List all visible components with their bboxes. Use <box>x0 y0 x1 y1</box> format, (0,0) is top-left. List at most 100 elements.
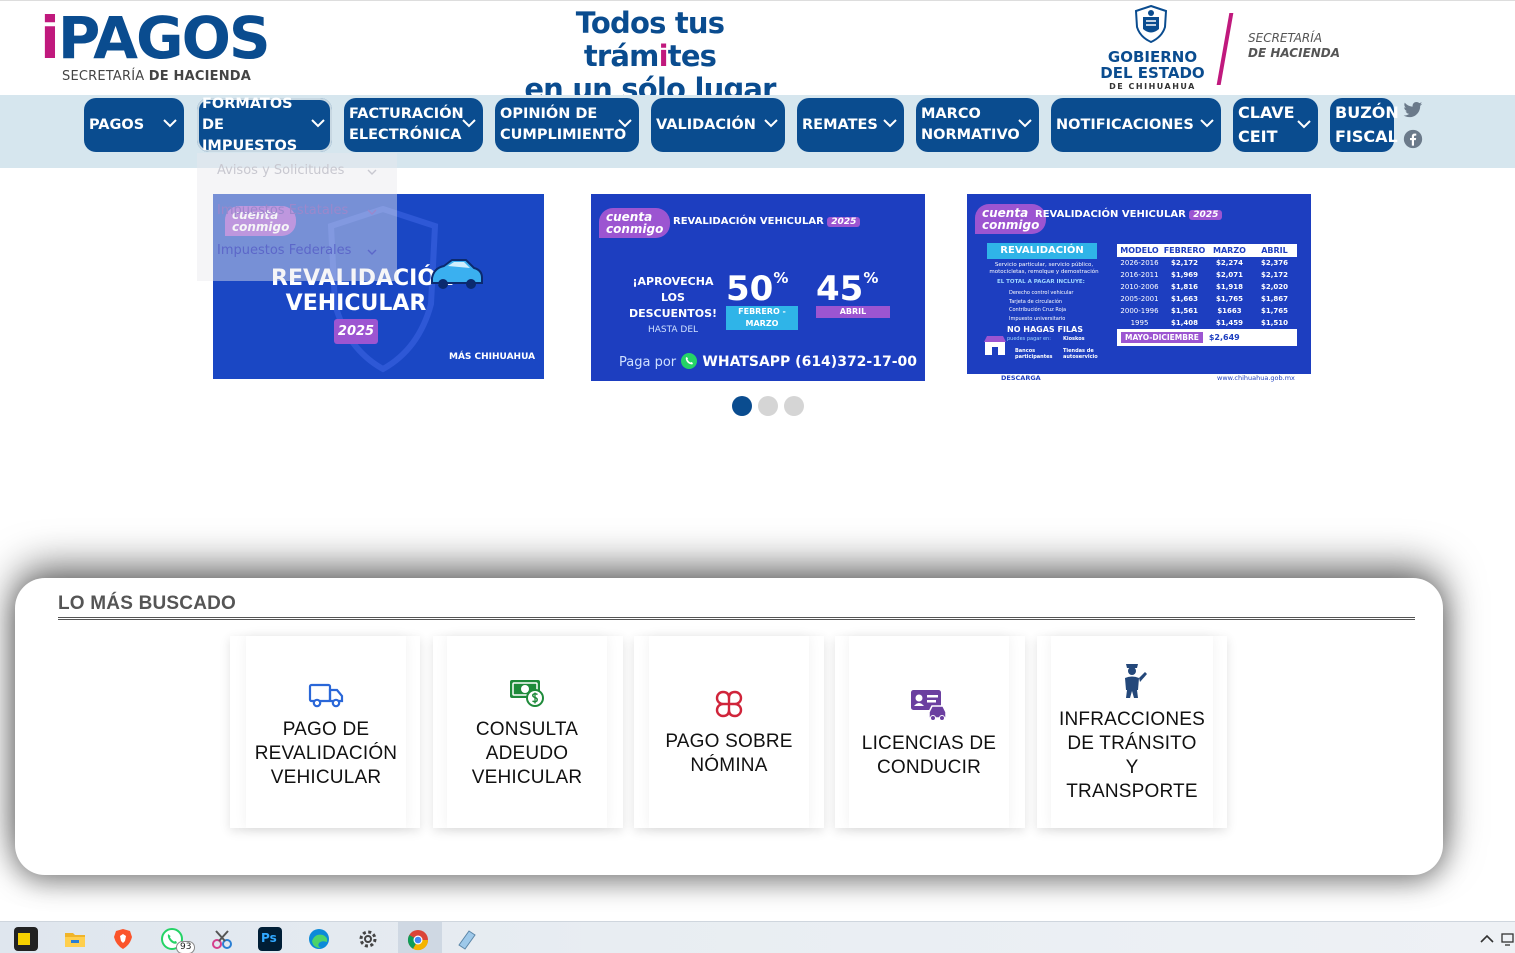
card-licencias[interactable]: LICENCIAS DE CONDUCIR <box>835 636 1025 828</box>
site-header: iPAGOS SECRETARÍA DE HACIENDA Todos tus … <box>0 0 1515 113</box>
nav-clave-ceit[interactable]: CLAVE CEIT <box>1233 98 1318 152</box>
nav-label: PAGOS <box>89 116 145 133</box>
carousel-dot-3[interactable] <box>784 396 804 416</box>
price-table-header: MODELO FEBRERO MARZO ABRIL <box>1117 244 1297 257</box>
includes-label: EL TOTAL A PAGAR INCLUYE: <box>997 279 1085 285</box>
edge-browser-icon[interactable] <box>307 927 331 951</box>
banks-label: Bancos participantes <box>1015 348 1053 360</box>
logo-subtitle: SECRETARÍA DE HACIENDA <box>62 69 252 84</box>
snipping-tool-icon[interactable] <box>210 927 234 951</box>
sticky-notes-icon[interactable] <box>14 927 38 951</box>
facebook-icon[interactable] <box>1403 129 1423 149</box>
card-inner: PAGO DE REVALIDACIÓN VEHICULAR <box>246 636 406 828</box>
nav-facturacion-electronica[interactable]: FACTURACIÓN ELECTRÓNICA <box>344 98 483 152</box>
nav-label: OPINIÓN DE CUMPLIMIENTO <box>500 106 627 143</box>
card-inner: CONSULTA ADEUDO VEHICULAR <box>447 636 607 828</box>
brave-browser-icon[interactable] <box>111 927 135 951</box>
dropdown-item-impuestos-federales[interactable]: Impuestos Federales <box>217 243 351 258</box>
chevron-down-icon <box>882 115 898 131</box>
descarga-label: DESCARGA <box>1001 374 1041 382</box>
twitter-icon[interactable] <box>1403 100 1423 120</box>
card-pago-revalidacion[interactable]: PAGO DE REVALIDACIÓN VEHICULAR <box>230 636 420 828</box>
logo-divider <box>1216 13 1234 85</box>
table-row: 2026-2016 $2,172 $2,274 $2,376 <box>1117 257 1297 269</box>
whatsapp-line: Paga por WHATSAPP (614)372-17-00 <box>619 353 918 370</box>
pay-where-label: puedes pagar en: <box>1007 336 1051 342</box>
nav-label: CLAVE CEIT <box>1238 103 1295 146</box>
nav-label: NOTIFICACIONES <box>1056 116 1194 133</box>
gobierno-logo: GOBIERNO DEL ESTADO DE CHIHUAHUA SECRETA… <box>1090 5 1350 93</box>
tagline-line1: Todos tus trámites <box>575 6 725 73</box>
photoshop-icon[interactable]: Ps <box>258 927 282 951</box>
cuenta-conmigo-badge: cuenta conmigo <box>599 208 671 238</box>
table-row: 2000-1996 $1,561 $1663 $1,765 <box>1117 305 1297 317</box>
chevron-down-icon <box>1017 115 1033 131</box>
whatsapp-icon <box>681 353 698 369</box>
file-explorer-icon[interactable] <box>63 927 87 951</box>
money-icon <box>510 680 544 707</box>
chevron-down-icon <box>367 209 377 215</box>
chevron-down-icon <box>461 115 477 131</box>
banner-footer: MÁS CHIHUAHUA <box>449 352 536 362</box>
nav-formatos-de-impuestos[interactable]: FORMATOS DE IMPUESTOS <box>197 96 332 154</box>
carousel-dot-2[interactable] <box>758 396 778 416</box>
formatos-dropdown-menu: Avisos y Solicitudes Impuestos Estatales… <box>197 153 397 281</box>
card-consulta-adeudo[interactable]: CONSULTA ADEUDO VEHICULAR <box>433 636 623 828</box>
card-label: PAGO DE REVALIDACIÓN VEHICULAR <box>254 719 398 788</box>
card-inner: LICENCIAS DE CONDUCIR <box>849 636 1009 828</box>
panel-divider <box>58 617 1415 620</box>
panel-title: LO MÁS BUSCADO <box>58 593 237 614</box>
nav-validacion[interactable]: VALIDACIÓN <box>651 98 785 152</box>
pill-febrero-marzo: FEBRERO - MARZO <box>726 306 798 330</box>
nav-label: FORMATOS DE IMPUESTOS <box>202 95 298 154</box>
chrome-browser-taskbar-active[interactable] <box>398 922 442 953</box>
settings-gear-icon[interactable] <box>356 927 380 951</box>
card-label: LICENCIAS DE CONDUCIR <box>861 733 997 778</box>
nav-label: MARCO NORMATIVO <box>921 106 1020 143</box>
card-infracciones[interactable]: INFRACCIONES DE TRÁNSITO Y TRANSPORTE <box>1037 636 1227 828</box>
traffic-officer-icon <box>1125 664 1147 698</box>
whatsapp-unread-badge: 93 <box>176 941 196 953</box>
chevron-down-icon <box>162 115 178 131</box>
state-shield-icon <box>1134 5 1168 43</box>
nav-label: VALIDACIÓN <box>656 116 756 133</box>
card-pago-nomina[interactable]: PAGO SOBRE NÓMINA <box>634 636 824 828</box>
chevron-down-icon <box>367 169 377 175</box>
card-inner: PAGO SOBRE NÓMINA <box>649 636 809 828</box>
stores-label: Tiendas de autoservicio <box>1063 348 1098 360</box>
card-label: INFRACCIONES DE TRÁNSITO Y TRANSPORTE <box>1059 709 1205 802</box>
nav-remates[interactable]: REMATES <box>797 98 904 152</box>
ipagos-logo[interactable]: iPAGOS SECRETARÍA DE HACIENDA <box>40 9 280 89</box>
nav-notificaciones[interactable]: NOTIFICACIONES <box>1051 98 1221 152</box>
no-filas-label: NO HAGAS FILAS <box>1007 325 1083 334</box>
carousel-dot-1[interactable] <box>732 396 752 416</box>
nav-buzon-fiscal[interactable]: BUZÓN FISCAL <box>1330 98 1399 152</box>
discount-50: 50% <box>726 269 789 309</box>
logo-wordmark: iPAGOS <box>40 4 271 72</box>
page: iPAGOS SECRETARÍA DE HACIENDA Todos tus … <box>0 0 1515 953</box>
secretaria-label: SECRETARÍA DE HACIENDA <box>1248 31 1341 60</box>
revalidacion-label: REVALIDACIÓN <box>987 243 1097 259</box>
chevron-up-icon[interactable] <box>1478 927 1496 951</box>
table-row: 2005-2001 $1,663 $1,765 $1,867 <box>1117 293 1297 305</box>
nav-label: FACTURACIÓN ELECTRÓNICA <box>349 106 464 143</box>
pill-abril: ABRIL <box>816 306 890 318</box>
website-label: www.chihuahua.gob.mx <box>1217 374 1295 382</box>
mayo-diciembre-row: MAYO-DICIEMBRE $2,649 <box>1117 329 1297 346</box>
store-icon <box>984 336 1006 355</box>
gobierno-name: GOBIERNO DEL ESTADO DE CHIHUAHUA <box>1100 48 1205 91</box>
banner-revalidacion-2[interactable]: cuenta conmigo REVALIDACIÓN VEHICULAR 202… <box>591 194 925 381</box>
truck-icon <box>308 683 344 708</box>
nav-pagos[interactable]: PAGOS <box>84 98 184 152</box>
nav-marco-normativo[interactable]: MARCO NORMATIVO <box>916 98 1039 152</box>
app-window-icon[interactable] <box>455 927 479 951</box>
nav-opinion-de-cumplimiento[interactable]: OPINIÓN DE CUMPLIMIENTO <box>495 98 639 152</box>
banner-revalidacion-tabla[interactable]: cuenta conmigo REVALIDACIÓN VEHICULAR 202… <box>967 194 1311 386</box>
command-icon <box>715 690 743 718</box>
dropdown-item-impuestos-estatales[interactable]: Impuestos Estatales <box>217 203 348 218</box>
car-icon <box>431 259 483 289</box>
network-icon[interactable] <box>1500 927 1515 951</box>
nav-label: BUZÓN FISCAL <box>1335 103 1399 146</box>
dropdown-item-avisos[interactable]: Avisos y Solicitudes <box>217 163 344 178</box>
promo-text: ¡APROVECHA LOS DESCUENTOS! HASTA DEL <box>628 275 718 335</box>
